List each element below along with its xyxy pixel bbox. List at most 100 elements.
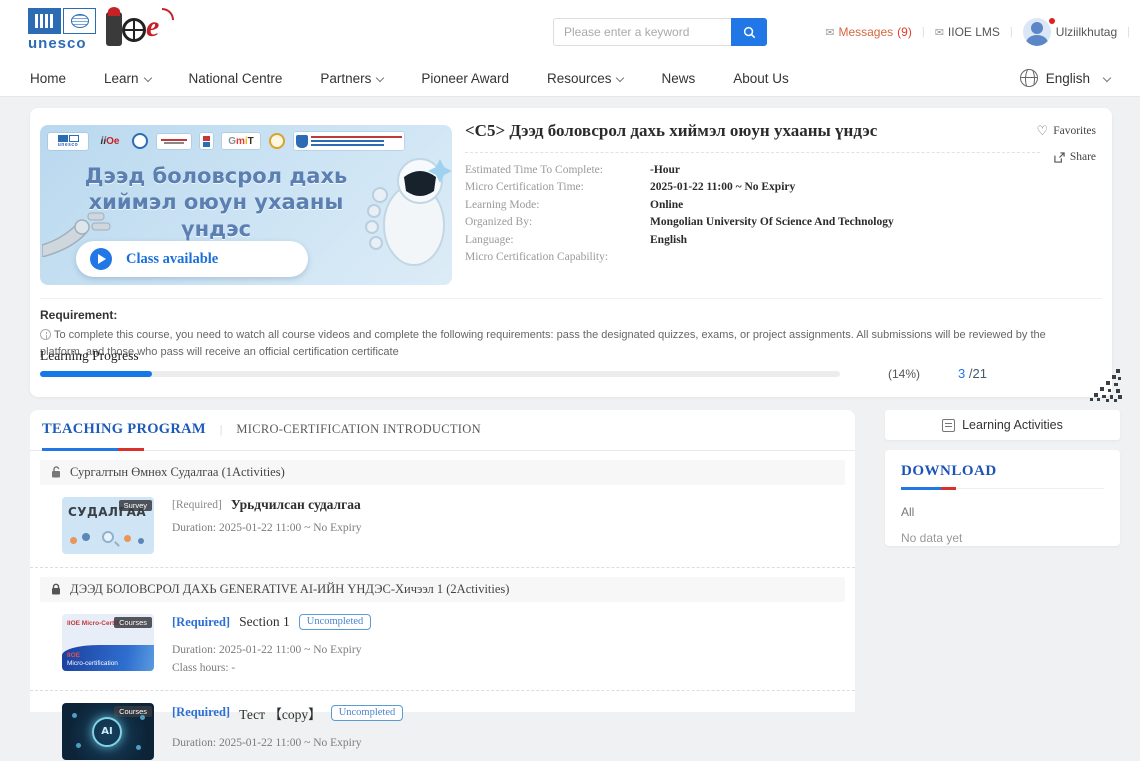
- iioe-signal-icon: [162, 8, 174, 20]
- learning-activities-label: Learning Activities: [962, 418, 1063, 432]
- share-label: Share: [1070, 151, 1096, 163]
- iioe-person-icon: [106, 12, 122, 46]
- site-logos[interactable]: unesco e: [28, 8, 174, 54]
- activity-duration: Duration: 2025-01-22 11:00 ~ No Expiry: [172, 642, 855, 659]
- divider: |: [1010, 26, 1013, 38]
- course-details: Estimated Time To Complete:-Hour Micro C…: [465, 161, 1065, 266]
- section-header-lesson1[interactable]: ДЭЭД БОЛОВСРОЛ ДАХЬ GENERATIVE AI-ИЙН ҮН…: [40, 577, 845, 602]
- section-title: ДЭЭД БОЛОВСРОЛ ДАХЬ GENERATIVE AI-ИЙН ҮН…: [70, 582, 509, 597]
- chevron-down-icon: [616, 73, 624, 81]
- favorites-button[interactable]: ♡ Favorites: [1037, 124, 1096, 137]
- divider: [30, 450, 855, 451]
- unesco-temple-icon: [28, 8, 61, 34]
- favorites-label: Favorites: [1053, 125, 1096, 137]
- unlock-icon: [50, 466, 62, 479]
- required-tag: [Required]: [172, 499, 222, 511]
- lms-label: IIOE LMS: [948, 25, 1000, 39]
- activity-title: Урьдчилсан судалгаа: [231, 497, 361, 513]
- activity-thumbnail: Courses AI: [62, 703, 154, 760]
- banner-partner-logo: [200, 133, 213, 149]
- activity-test-copy[interactable]: Courses AI [Required] Тест 【copy】 Uncomp…: [62, 703, 855, 761]
- robot-illustration: [336, 147, 452, 277]
- required-tag: [Required]: [172, 705, 230, 720]
- unesco-globe-icon: [63, 8, 96, 34]
- user-menu[interactable]: Ulziilkhutag: [1023, 18, 1117, 46]
- download-card: DOWNLOAD All No data yet: [885, 450, 1120, 546]
- class-available-button[interactable]: Class available: [76, 241, 308, 277]
- header: unesco e ✉ Messages (9) | ✉ IIOE LMS |: [0, 0, 1140, 60]
- chevron-down-icon: [376, 73, 384, 81]
- mail-icon: ✉: [825, 26, 834, 39]
- language-switcher[interactable]: English: [1020, 69, 1110, 87]
- main-nav: Home Learn National Centre Partners Pion…: [0, 60, 1140, 97]
- download-filter-all[interactable]: All: [901, 505, 1104, 519]
- tab-divider: |: [220, 422, 222, 437]
- tab-micro-certification-introduction[interactable]: MICRO-CERTIFICATION INTRODUCTION: [236, 422, 481, 437]
- nav-item-news[interactable]: News: [661, 71, 695, 86]
- download-underline: [901, 487, 1104, 490]
- activity-section1[interactable]: IIOE Micro-Certification Courses IIOE Mi…: [62, 614, 855, 678]
- chevron-down-icon: [143, 73, 151, 81]
- nav-item-pioneer-award[interactable]: Pioneer Award: [421, 71, 509, 86]
- course-banner[interactable]: unesco iiOe GmiT Дээд боловсрол дахь хий…: [40, 125, 452, 285]
- required-tag: [Required]: [172, 615, 230, 630]
- course-actions: ♡ Favorites Share: [1037, 124, 1096, 177]
- header-search: [553, 18, 767, 46]
- divider: [30, 690, 855, 691]
- nav-item-national-centre[interactable]: National Centre: [189, 71, 283, 86]
- section-title: Сургалтын Өмнөх Судалгаа (1Activities): [70, 465, 285, 480]
- thumbnail-type-badge: Survey: [119, 500, 152, 511]
- nav-item-learn[interactable]: Learn: [104, 71, 151, 86]
- heart-icon: ♡: [1037, 124, 1049, 137]
- activity-title: Тест 【copy】: [239, 703, 322, 723]
- detail-row: Micro Certification Time:2025-01-22 11:0…: [465, 179, 1065, 197]
- nav-item-partners[interactable]: Partners: [320, 71, 383, 86]
- chevron-down-icon: [1103, 74, 1111, 82]
- iioe-logo: e: [104, 8, 174, 54]
- teaching-program-card: TEACHING PROGRAM | MICRO-CERTIFICATION I…: [30, 410, 855, 712]
- nav-item-resources[interactable]: Resources: [547, 71, 624, 86]
- progress-count: 3 /21: [958, 366, 987, 381]
- nav-item-about-us[interactable]: About Us: [733, 71, 789, 86]
- search-button[interactable]: [731, 18, 767, 46]
- section-header-presurvey[interactable]: Сургалтын Өмнөх Судалгаа (1Activities): [40, 460, 845, 485]
- iioe-lms-link[interactable]: ✉ IIOE LMS: [935, 25, 1000, 39]
- share-icon: [1054, 152, 1065, 163]
- course-title: <C5> Дээд боловсрол дахь хиймэл оюун уха…: [465, 121, 1025, 141]
- form-icon: [942, 419, 955, 432]
- learning-progress-label: Learning Progress: [40, 348, 139, 364]
- activity-duration: Duration: 2025-01-22 11:00 ~ No Expiry: [172, 520, 855, 537]
- download-empty-text: No data yet: [901, 531, 1104, 545]
- iioe-globe-icon: [122, 18, 146, 42]
- username: Ulziilkhutag: [1056, 25, 1117, 39]
- messages-link[interactable]: ✉ Messages (9): [825, 25, 912, 39]
- activity-presurvey[interactable]: СУДАЛГАА Survey [Required] Урьдчилсан су…: [62, 497, 855, 555]
- requirement-text: To complete this course, you need to wat…: [40, 327, 1090, 361]
- detail-row: Organized By:Mongolian University Of Sci…: [465, 214, 1065, 232]
- tab-teaching-program[interactable]: TEACHING PROGRAM: [42, 421, 206, 438]
- banner-unesco-logo: unesco: [48, 133, 88, 150]
- mail-icon: ✉: [935, 26, 944, 39]
- progress-fill: [40, 371, 152, 377]
- activity-title: Section 1: [239, 614, 290, 630]
- divider: [465, 152, 1040, 153]
- notification-dot: [1049, 18, 1055, 24]
- activity-class-hours: Class hours: -: [172, 660, 855, 677]
- banner-partner-logo: [132, 133, 148, 149]
- share-button[interactable]: Share: [1037, 151, 1096, 163]
- qr-corner-decoration[interactable]: [1088, 367, 1128, 403]
- nav-item-home[interactable]: Home: [30, 71, 66, 86]
- divider: |: [1127, 26, 1130, 38]
- banner-partner-logo: [269, 133, 285, 149]
- learning-activities-button[interactable]: Learning Activities: [885, 410, 1120, 440]
- search-input[interactable]: [553, 18, 731, 46]
- status-badge: Uncompleted: [299, 614, 372, 630]
- active-tab-underline: [42, 448, 144, 451]
- banner-partner-logo: [157, 134, 191, 149]
- search-icon: [743, 26, 756, 39]
- unesco-logo: unesco: [28, 8, 100, 52]
- progress-bar: [40, 371, 840, 377]
- download-title: DOWNLOAD: [901, 463, 1104, 480]
- detail-row: Learning Mode:Online: [465, 196, 1065, 214]
- messages-label: Messages: [838, 25, 893, 39]
